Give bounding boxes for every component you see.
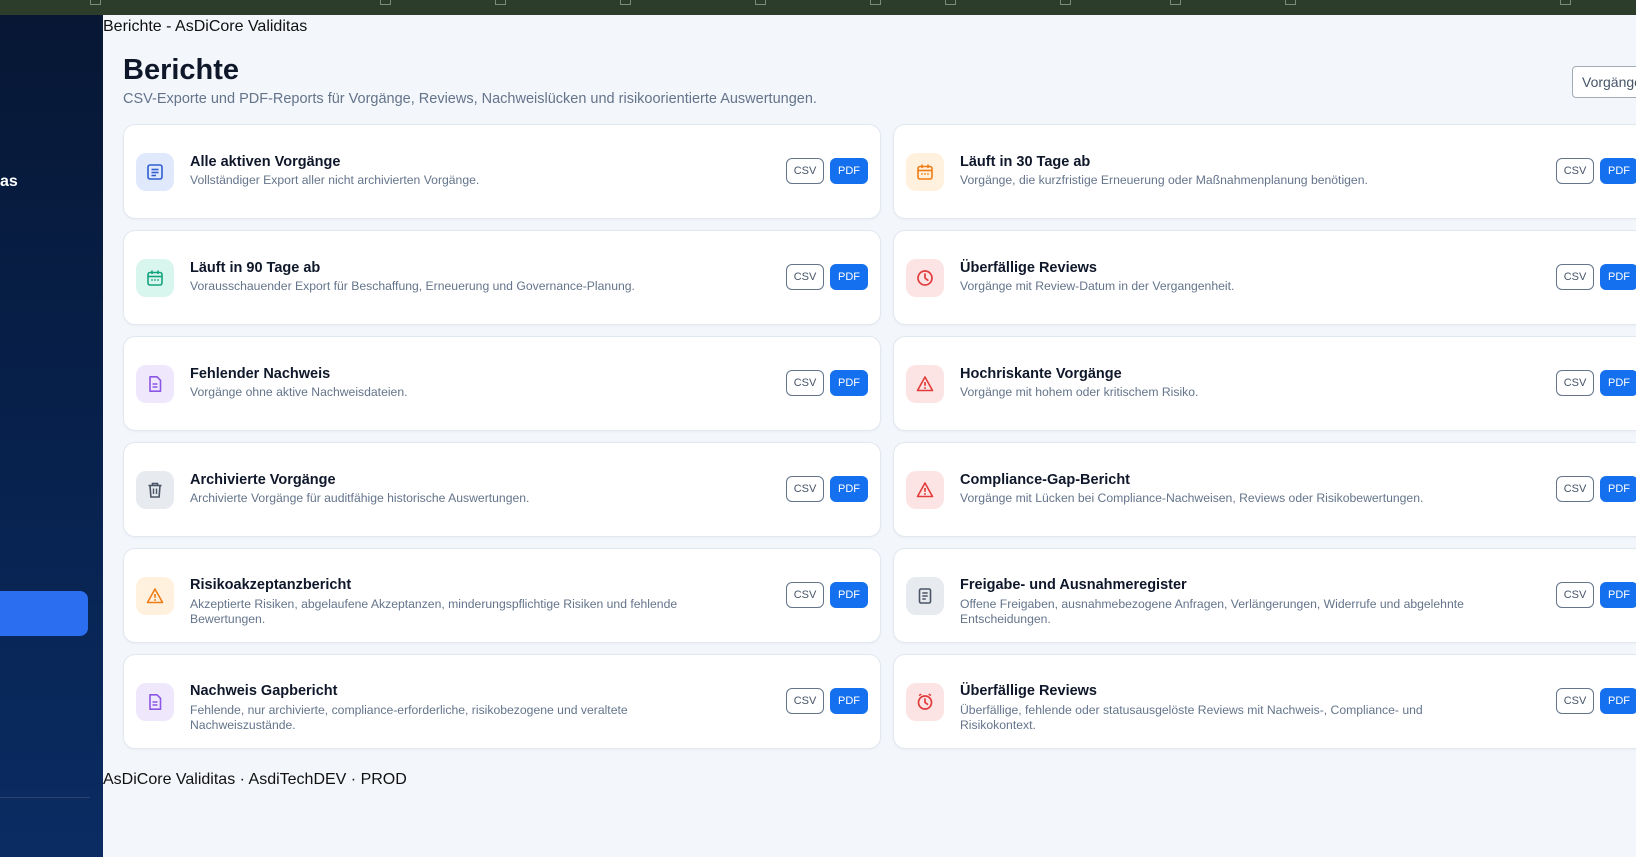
report-card: Risikoakzeptanzbericht Akzeptierte Risike…	[123, 548, 881, 643]
report-title: Läuft in 90 Tage ab	[190, 260, 321, 276]
pdf-export-button[interactable]: PDF	[1600, 264, 1636, 290]
register-icon	[906, 577, 944, 615]
report-title: Archivierte Vorgänge	[190, 472, 336, 488]
report-title: Nachweis Gapbericht	[190, 683, 338, 699]
sidebar-item-active[interactable]	[0, 591, 88, 636]
pdf-export-button[interactable]: PDF	[1600, 476, 1636, 502]
csv-export-button[interactable]: CSV	[786, 688, 824, 714]
report-title: Risikoakzeptanzbericht	[190, 577, 352, 593]
tab-marker	[1170, 0, 1181, 5]
clock-icon	[906, 259, 944, 297]
document-icon	[136, 365, 174, 403]
csv-export-button[interactable]: CSV	[1556, 158, 1594, 184]
report-card: Alle aktiven Vorgänge Vollständiger Expor…	[123, 124, 881, 219]
warning-icon	[906, 365, 944, 403]
report-title: Alle aktiven Vorgänge	[190, 154, 341, 170]
report-card: Überfällige Reviews Überfällige, fehlende…	[893, 654, 1636, 749]
csv-export-button[interactable]: CSV	[1556, 476, 1594, 502]
csv-export-button[interactable]: CSV	[1556, 688, 1594, 714]
sidebar-brand: as	[0, 173, 18, 190]
report-title: Compliance-Gap-Bericht	[960, 472, 1130, 488]
report-description: Vollständiger Export aller nicht archivi…	[190, 173, 480, 187]
warning-icon	[136, 577, 174, 615]
calendar-icon	[136, 259, 174, 297]
report-description: Offene Freigaben, ausnahmebezogene Anfra…	[960, 597, 1464, 626]
report-card: Überfällige Reviews Vorgänge mit Review-D…	[893, 230, 1636, 325]
report-card: Archivierte Vorgänge Archivierte Vorgänge…	[123, 442, 881, 537]
sidebar-divider	[0, 797, 90, 798]
tab-marker	[1285, 0, 1296, 5]
report-description: Akzeptierte Risiken, abgelaufene Akzepta…	[190, 597, 678, 626]
report-card: Hochriskante Vorgänge Vorgänge mit hohem …	[893, 336, 1636, 431]
report-card: Fehlender Nachweis Vorgänge ohne aktive N…	[123, 336, 881, 431]
report-description: Archivierte Vorgänge für auditfähige his…	[190, 491, 530, 505]
report-card: Nachweis Gapbericht Fehlende, nur archivi…	[123, 654, 881, 749]
pdf-export-button[interactable]: PDF	[830, 688, 868, 714]
report-title: Freigabe- und Ausnahmeregister	[960, 577, 1187, 593]
pdf-export-button[interactable]: PDF	[830, 264, 868, 290]
report-description: Überfällige, fehlende oder statusausgelö…	[960, 703, 1423, 732]
report-title: Hochriskante Vorgänge	[960, 366, 1122, 382]
csv-export-button[interactable]: CSV	[786, 264, 824, 290]
pdf-export-button[interactable]: PDF	[1600, 158, 1636, 184]
pdf-export-button[interactable]: PDF	[830, 582, 868, 608]
csv-export-button[interactable]: CSV	[786, 158, 824, 184]
browser-tab-strip	[0, 0, 1636, 15]
report-description: Fehlende, nur archivierte, compliance-er…	[190, 703, 628, 732]
document-icon	[136, 683, 174, 721]
report-card: Läuft in 30 Tage ab Vorgänge, die kurzfri…	[893, 124, 1636, 219]
tab-marker	[1060, 0, 1071, 5]
tab-marker	[870, 0, 881, 5]
tab-marker	[620, 0, 631, 5]
warning-icon	[906, 471, 944, 509]
document-title: Berichte - AsDiCore Validitas	[103, 18, 308, 35]
footer: AsDiCore Validitas · AsdiTechDEV · PROD	[103, 771, 407, 788]
pdf-export-button[interactable]: PDF	[830, 158, 868, 184]
report-title: Fehlender Nachweis	[190, 366, 331, 382]
csv-export-button[interactable]: CSV	[1556, 370, 1594, 396]
pdf-export-button[interactable]: PDF	[1600, 370, 1636, 396]
csv-export-button[interactable]: CSV	[1556, 582, 1594, 608]
tab-marker	[90, 0, 101, 5]
report-description: Vorgänge mit hohem oder kritischem Risik…	[960, 385, 1199, 399]
csv-export-button[interactable]: CSV	[786, 582, 824, 608]
page-title: Berichte	[123, 54, 240, 86]
report-title: Überfällige Reviews	[960, 260, 1097, 276]
pdf-export-button[interactable]: PDF	[1600, 688, 1636, 714]
report-description: Vorgänge mit Review-Datum in der Vergang…	[960, 279, 1235, 293]
filter-select[interactable]: Vorgänge	[1572, 66, 1636, 98]
report-card: Compliance-Gap-Bericht Vorgänge mit Lücke…	[893, 442, 1636, 537]
trash-icon	[136, 471, 174, 509]
report-description: Vorgänge, die kurzfristige Erneuerung od…	[960, 173, 1368, 187]
report-description: Vorgänge mit Lücken bei Compliance-Nachw…	[960, 491, 1424, 505]
tab-marker	[1560, 0, 1571, 5]
report-card: Läuft in 90 Tage ab Vorausschauender Expo…	[123, 230, 881, 325]
report-description: Vorgänge ohne aktive Nachweisdateien.	[190, 385, 408, 399]
tab-marker	[495, 0, 506, 5]
csv-export-button[interactable]: CSV	[1556, 264, 1594, 290]
clock-alert-icon	[906, 683, 944, 721]
tab-marker	[945, 0, 956, 5]
report-card: Freigabe- und Ausnahmeregister Offene Fre…	[893, 548, 1636, 643]
page-subtitle: CSV-Exporte und PDF-Reports für Vorgänge…	[123, 91, 817, 107]
csv-export-button[interactable]: CSV	[786, 476, 824, 502]
csv-export-button[interactable]: CSV	[786, 370, 824, 396]
tab-marker	[380, 0, 391, 5]
list-icon	[136, 153, 174, 191]
report-description: Vorausschauender Export für Beschaffung,…	[190, 279, 635, 293]
calendar-icon	[906, 153, 944, 191]
report-title: Überfällige Reviews	[960, 683, 1097, 699]
pdf-export-button[interactable]: PDF	[830, 476, 868, 502]
sidebar: as	[0, 15, 103, 857]
tab-marker	[755, 0, 766, 5]
pdf-export-button[interactable]: PDF	[1600, 582, 1636, 608]
pdf-export-button[interactable]: PDF	[830, 370, 868, 396]
report-title: Läuft in 30 Tage ab	[960, 154, 1091, 170]
